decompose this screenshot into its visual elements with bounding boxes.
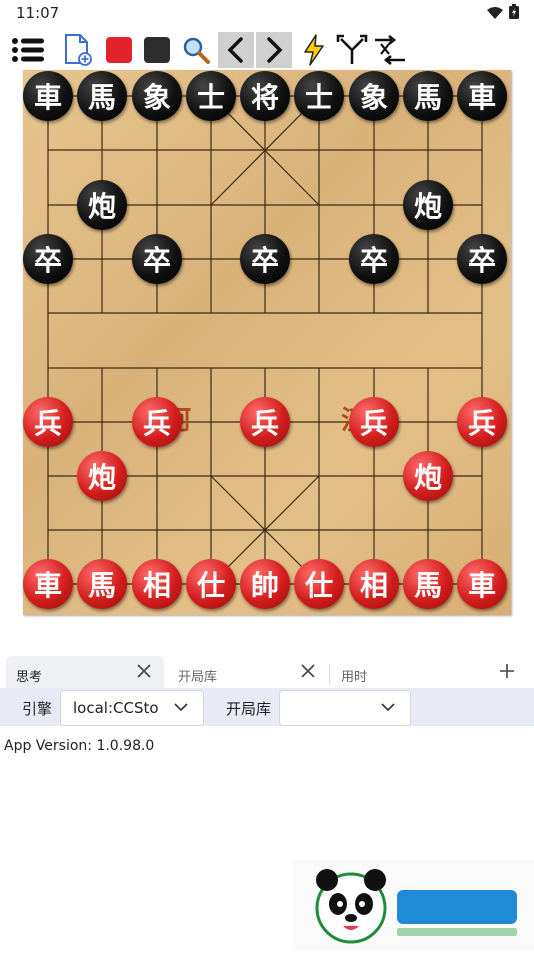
close-icon[interactable] (136, 660, 152, 684)
black-elephant[interactable]: 象 (132, 71, 182, 121)
black-chariot[interactable]: 車 (23, 71, 73, 121)
red-soldier[interactable]: 兵 (240, 397, 290, 447)
add-tab-button[interactable] (498, 662, 516, 684)
chevron-left-icon (227, 37, 243, 63)
black-soldier[interactable]: 卒 (23, 234, 73, 284)
black-general[interactable]: 将 (240, 71, 290, 121)
black-advisor[interactable]: 士 (186, 71, 236, 121)
status-icons (486, 4, 520, 24)
branch-button[interactable] (334, 32, 370, 68)
red-side-button[interactable] (101, 32, 137, 68)
plus-icon (500, 664, 514, 678)
new-document-icon (65, 34, 92, 66)
watermark-logo (293, 860, 534, 950)
status-time: 11:07 (16, 4, 60, 22)
engine-select-value: local:CCSto (73, 699, 159, 717)
tab-thinking[interactable]: 思考 (6, 656, 164, 690)
status-bar: 11:07 (0, 0, 534, 28)
red-soldier[interactable]: 兵 (457, 397, 507, 447)
engine-select[interactable]: local:CCSto (60, 690, 204, 726)
black-elephant[interactable]: 象 (349, 71, 399, 121)
red-horse[interactable]: 馬 (77, 559, 127, 609)
red-horse[interactable]: 馬 (403, 559, 453, 609)
red-chariot[interactable]: 車 (457, 559, 507, 609)
analyze-button[interactable] (296, 32, 332, 68)
red-advisor[interactable]: 仕 (294, 559, 344, 609)
opening-book-select[interactable] (279, 690, 411, 726)
chevron-down-icon (380, 699, 396, 719)
lightning-icon (304, 34, 324, 66)
red-elephant[interactable]: 相 (349, 559, 399, 609)
chess-board[interactable]: 楚河 汉界 車 馬 象 士 将 士 象 馬 車 炮 炮 卒 卒 卒 卒 卒 兵 … (23, 70, 511, 615)
search-button[interactable] (178, 32, 214, 68)
board-grid (47, 95, 483, 585)
black-cannon[interactable]: 炮 (403, 180, 453, 230)
previous-move-button[interactable] (218, 32, 254, 68)
tab-divider (329, 664, 330, 684)
list-menu-icon (12, 38, 44, 62)
tab-opening-book[interactable]: 开局库 (168, 656, 326, 690)
tab-thinking-label: 思考 (16, 670, 43, 685)
black-soldier[interactable]: 卒 (349, 234, 399, 284)
black-soldier[interactable]: 卒 (132, 234, 182, 284)
black-advisor[interactable]: 士 (294, 71, 344, 121)
red-cannon[interactable]: 炮 (77, 451, 127, 501)
chevron-down-icon (173, 699, 189, 719)
toolbar (0, 28, 534, 68)
fork-icon (336, 34, 368, 64)
chevron-right-icon (267, 37, 283, 63)
black-cannon[interactable]: 炮 (77, 180, 127, 230)
red-cannon[interactable]: 炮 (403, 451, 453, 501)
red-square-icon (106, 37, 132, 63)
black-side-button[interactable] (139, 32, 175, 68)
magnifier-icon (183, 37, 210, 64)
swap-arrows-icon (375, 34, 405, 66)
app-version-text: App Version: 1.0.98.0 (4, 738, 155, 754)
red-advisor[interactable]: 仕 (186, 559, 236, 609)
engine-label: 引擎 (22, 700, 53, 718)
menu-button[interactable] (10, 32, 46, 68)
flip-board-button[interactable] (372, 32, 408, 68)
red-soldier[interactable]: 兵 (23, 397, 73, 447)
black-soldier[interactable]: 卒 (240, 234, 290, 284)
black-square-icon (144, 37, 170, 63)
tab-time-label: 用时 (341, 670, 368, 685)
tab-time[interactable]: 用时 (331, 656, 481, 690)
red-soldier[interactable]: 兵 (132, 397, 182, 447)
black-soldier[interactable]: 卒 (457, 234, 507, 284)
red-general[interactable]: 帥 (240, 559, 290, 609)
battery-icon (509, 4, 519, 19)
new-game-button[interactable] (60, 32, 96, 68)
engine-bar: 引擎 local:CCSto 开局库 (0, 688, 534, 726)
close-icon[interactable] (300, 660, 316, 684)
red-soldier[interactable]: 兵 (349, 397, 399, 447)
tab-opening-book-label: 开局库 (178, 670, 218, 685)
opening-book-label: 开局库 (226, 700, 272, 718)
black-chariot[interactable]: 車 (457, 71, 507, 121)
wifi-icon (486, 7, 503, 19)
red-elephant[interactable]: 相 (132, 559, 182, 609)
panel-tabs: 思考 开局库 用时 (0, 652, 534, 690)
black-horse[interactable]: 馬 (77, 71, 127, 121)
panda-logo-icon (315, 869, 517, 944)
next-move-button[interactable] (256, 32, 292, 68)
red-chariot[interactable]: 車 (23, 559, 73, 609)
black-horse[interactable]: 馬 (403, 71, 453, 121)
